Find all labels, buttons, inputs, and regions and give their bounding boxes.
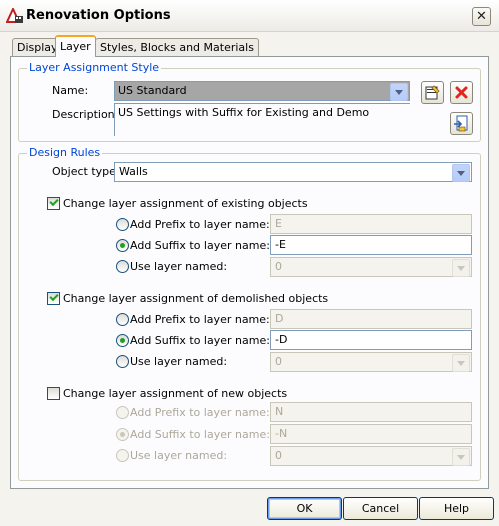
existing-prefix-label: Add Prefix to layer name: [130,218,270,231]
group-legend: Layer Assignment Style [27,61,162,74]
demolished-prefix-field[interactable]: D [270,309,472,329]
demolished-suffix-radio[interactable] [116,334,129,347]
demolished-objects-label: Change layer assignment of demolished ob… [63,292,329,305]
import-style-button[interactable] [450,112,473,135]
new-suffix-value: -N [275,427,288,440]
edit-style-icon [425,85,440,100]
demolished-suffix-field[interactable]: -D [270,330,472,350]
existing-prefix-field[interactable]: E [270,214,472,234]
demolished-suffix-value: -D [275,333,288,346]
style-name-dropdown[interactable]: US Standard [114,81,410,101]
new-named-value: 0 [275,449,282,462]
existing-named-radio[interactable] [116,260,129,273]
chevron-down-icon[interactable] [452,448,470,466]
group-legend: Design Rules [27,146,103,159]
demolished-prefix-label: Add Prefix to layer name: [130,313,270,326]
help-button[interactable]: Help [419,497,494,520]
existing-prefix-radio[interactable] [116,218,129,231]
window-title: Renovation Options [26,8,171,23]
new-suffix-field[interactable]: -N [270,424,472,444]
description-label: Description: [52,108,119,121]
description-field[interactable]: US Settings with Suffix for Existing and… [114,103,410,136]
new-suffix-radio[interactable] [116,428,129,441]
chevron-down-icon[interactable] [390,83,408,101]
description-text: US Settings with Suffix for Existing and… [118,106,370,119]
import-style-icon [454,115,468,132]
demolished-objects-checkbox[interactable] [47,291,60,305]
existing-objects-label: Change layer assignment of existing obje… [63,197,308,210]
existing-named-value: 0 [275,260,282,273]
existing-suffix-radio[interactable] [116,239,129,252]
existing-named-label: Use layer named: [130,260,228,273]
existing-suffix-value: -E [275,238,286,251]
demolished-named-value: 0 [275,355,282,368]
tab-styles-blocks-materials[interactable]: Styles, Blocks and Materials [95,38,259,56]
existing-prefix-value: E [275,217,282,230]
demolished-named-label: Use layer named: [130,355,228,368]
demolished-suffix-label: Add Suffix to layer name: [130,334,270,347]
existing-objects-checkbox[interactable] [47,196,60,210]
app-logo-icon [5,6,24,24]
new-prefix-value: N [275,405,284,418]
edit-style-button[interactable] [421,81,444,104]
new-objects-checkbox[interactable] [47,387,60,400]
new-named-radio[interactable] [116,449,129,462]
close-icon[interactable]: ✕ [472,7,491,26]
name-label: Name: [52,84,89,97]
tab-layer[interactable]: Layer [55,35,96,57]
object-type-label: Object type: [52,165,120,178]
demolished-prefix-value: D [275,312,284,325]
new-prefix-field[interactable]: N [270,402,472,422]
object-type-value: Walls [119,165,148,178]
ok-button[interactable]: OK [267,497,342,520]
new-prefix-label: Add Prefix to layer name: [130,406,270,419]
delete-style-button[interactable] [450,81,473,104]
new-suffix-label: Add Suffix to layer name: [130,428,270,441]
new-objects-label: Change layer assignment of new objects [63,387,288,400]
existing-suffix-field[interactable]: -E [270,235,472,255]
cancel-button[interactable]: Cancel [343,497,418,520]
demolished-named-radio[interactable] [116,355,129,368]
chevron-down-icon[interactable] [452,259,470,277]
new-named-label: Use layer named: [130,449,228,462]
new-prefix-radio[interactable] [116,406,129,419]
style-name-value: US Standard [118,84,187,97]
chevron-down-icon[interactable] [452,164,470,182]
demolished-prefix-radio[interactable] [116,313,129,326]
existing-named-dropdown[interactable]: 0 [270,257,472,277]
object-type-dropdown[interactable]: Walls [114,162,472,182]
demolished-named-dropdown[interactable]: 0 [270,352,472,372]
delete-style-icon [455,86,468,99]
existing-suffix-label: Add Suffix to layer name: [130,239,270,252]
new-named-dropdown[interactable]: 0 [270,446,472,466]
chevron-down-icon[interactable] [452,354,470,372]
